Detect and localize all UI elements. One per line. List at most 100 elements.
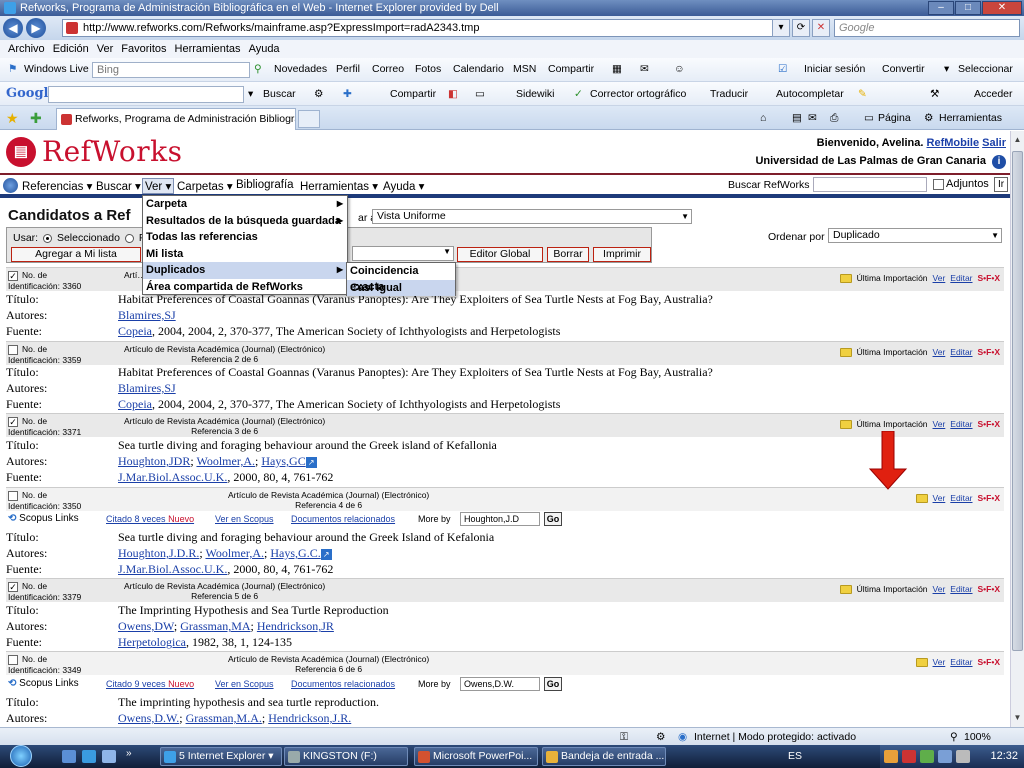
bing-search-input[interactable]: Bing xyxy=(92,62,250,78)
taskbar-internet-explorer[interactable]: 5 Internet Explorer ▾ xyxy=(160,747,282,766)
wl-novedades[interactable]: Novedades xyxy=(274,63,327,75)
taskbar-powerpoint[interactable]: Microsoft PowerPoi... xyxy=(414,747,538,766)
journal-link[interactable]: Copeia xyxy=(118,397,152,411)
author-link[interactable]: Hays,G.C. xyxy=(270,546,320,560)
sfx-link[interactable]: S•F•X xyxy=(978,584,1000,594)
tray-volume-icon[interactable] xyxy=(938,750,952,763)
wl-fotos[interactable]: Fotos xyxy=(415,63,441,75)
add-favorites-icon[interactable]: ✚ xyxy=(30,110,42,127)
language-indicator[interactable]: ES xyxy=(788,750,802,762)
menu-ver[interactable]: Ver xyxy=(97,43,114,55)
menu-item-carpeta[interactable]: Carpeta ▶ xyxy=(143,196,347,213)
page-menu[interactable]: Página xyxy=(878,112,911,124)
delete-button[interactable]: Borrar xyxy=(547,247,589,262)
nav-carpetas[interactable]: Carpetas ▾ xyxy=(177,179,233,193)
menu-item-all-references[interactable]: Todas las referencias xyxy=(143,229,347,246)
menu-item-exact-match[interactable]: Coincidencia exacta xyxy=(347,263,455,293)
menu-edicion[interactable]: Edición xyxy=(53,43,89,55)
view-link[interactable]: Ver xyxy=(933,347,946,357)
add-to-list-button[interactable]: Agregar a Mi lista xyxy=(11,247,141,262)
pencil-icon[interactable]: ✎ xyxy=(858,88,867,100)
sfx-link[interactable]: S•F•X xyxy=(978,347,1000,357)
tray-app-icon[interactable] xyxy=(884,750,898,763)
record-checkbox[interactable] xyxy=(8,655,18,665)
zoom-level[interactable]: 100% xyxy=(964,731,991,743)
sort-select[interactable]: Duplicado ▼ xyxy=(828,228,1002,243)
wl-correo[interactable]: Correo xyxy=(372,63,404,75)
checkbox[interactable] xyxy=(933,178,944,190)
radio-page[interactable] xyxy=(124,233,134,243)
google-sidewiki[interactable]: Sidewiki xyxy=(516,88,555,100)
forward-button[interactable]: ▶ xyxy=(26,18,46,38)
author-link[interactable]: Woolmer,A. xyxy=(205,546,264,560)
chevron-right-icon[interactable]: » xyxy=(126,748,132,759)
related-docs-link[interactable]: Documentos relacionados xyxy=(291,514,395,524)
journal-link[interactable]: Herpetologica xyxy=(118,635,186,649)
zoom-icon[interactable]: ⚲ xyxy=(950,731,958,743)
browser-search-input[interactable]: Google xyxy=(834,19,1020,37)
edit-link[interactable]: Editar xyxy=(950,419,972,429)
scroll-down-icon[interactable]: ▼ xyxy=(1012,711,1023,725)
wl-perfil[interactable]: Perfil xyxy=(336,63,360,75)
wl-compartir[interactable]: Compartir xyxy=(548,63,594,75)
author-link[interactable]: Hendrickson,JR xyxy=(257,619,334,633)
google-acceder[interactable]: Acceder xyxy=(974,88,1013,100)
new-tab-button[interactable] xyxy=(298,110,320,128)
bing-search-icon[interactable]: ⚲ xyxy=(254,63,262,75)
google-search-input[interactable] xyxy=(48,86,244,103)
edit-link[interactable]: Editar xyxy=(950,657,972,667)
view-link[interactable]: Ver xyxy=(933,657,946,667)
exit-link[interactable]: Salir xyxy=(982,137,1006,149)
edit-link[interactable]: Editar xyxy=(950,584,972,594)
cited-link[interactable]: Citado 8 veces Nuevo xyxy=(106,514,194,524)
mail-icon[interactable]: ✉ xyxy=(808,112,817,124)
wl-signin[interactable]: Iniciar sesión xyxy=(804,63,865,75)
menu-item-near-match[interactable]: Casi Igual xyxy=(347,279,455,296)
search-go-button[interactable]: Ir xyxy=(994,177,1008,192)
go-button[interactable]: Go xyxy=(544,677,562,691)
record-checkbox[interactable]: ✓ xyxy=(8,417,18,427)
author-link[interactable]: Woolmer,A. xyxy=(196,454,255,468)
author-link[interactable]: Owens,D.W. xyxy=(118,711,179,725)
google-buscar[interactable]: Buscar xyxy=(263,88,296,100)
record-checkbox[interactable] xyxy=(8,491,18,501)
menu-herramientas[interactable]: Herramientas xyxy=(175,43,241,55)
switch-windows-icon[interactable] xyxy=(102,750,116,763)
record-checkbox[interactable]: ✓ xyxy=(8,582,18,592)
go-button[interactable]: Go xyxy=(544,512,562,526)
home-icon[interactable]: ⌂ xyxy=(760,112,766,124)
tray-usb-icon[interactable] xyxy=(956,750,970,763)
convert-button[interactable]: Convertir xyxy=(882,63,925,75)
view-link[interactable]: Ver xyxy=(933,419,946,429)
author-link[interactable]: Hendrickson,J.R. xyxy=(268,711,351,725)
clock[interactable]: 12:32 xyxy=(990,750,1018,762)
journal-link[interactable]: Copeia xyxy=(118,324,152,338)
record-checkbox[interactable]: ✓ xyxy=(8,271,18,281)
page-scrollbar[interactable]: ▲ ▼ xyxy=(1010,131,1024,727)
url-dropdown-icon[interactable]: ▾ xyxy=(772,19,790,37)
taskbar-kingston[interactable]: KINGSTON (F:) xyxy=(284,747,408,766)
external-link-icon[interactable]: ↗ xyxy=(305,456,317,468)
google-options-icon[interactable]: ⚙ xyxy=(314,88,323,100)
info-icon[interactable]: i xyxy=(992,155,1006,169)
url-field[interactable]: http://www.refworks.com/Refworks/mainfra… xyxy=(62,19,788,37)
journal-link[interactable]: J.Mar.Biol.Assoc.U.K. xyxy=(118,562,227,576)
menu-item-duplicados[interactable]: Duplicados ▶ xyxy=(143,262,347,279)
edit-link[interactable]: Editar xyxy=(950,347,972,357)
nav-buscar[interactable]: Buscar ▾ xyxy=(96,179,141,193)
journal-link[interactable]: J.Mar.Biol.Assoc.U.K. xyxy=(118,470,227,484)
scroll-up-icon[interactable]: ▲ xyxy=(1012,133,1023,147)
taskbar-inbox[interactable]: Bandeja de entrada ... xyxy=(542,747,666,766)
cited-link[interactable]: Citado 9 veces Nuevo xyxy=(106,679,194,689)
tab-refworks[interactable]: Refworks, Programa de Administración Bib… xyxy=(56,108,296,130)
author-link[interactable]: Houghton,JDR xyxy=(118,454,190,468)
author-link[interactable]: Owens,DW xyxy=(118,619,174,633)
author-link[interactable]: Houghton,J.D.R. xyxy=(118,546,199,560)
google-bar-icon[interactable]: ▭ xyxy=(475,88,485,100)
author-link[interactable]: Blamires,SJ xyxy=(118,381,176,395)
maximize-button[interactable]: □ xyxy=(955,1,981,15)
menu-archivo[interactable]: Archivo xyxy=(8,43,45,55)
view-scopus-link[interactable]: Ver en Scopus xyxy=(215,679,274,689)
print-button[interactable]: Imprimir xyxy=(593,247,651,262)
nav-referencias[interactable]: Referencias ▾ xyxy=(22,179,92,193)
